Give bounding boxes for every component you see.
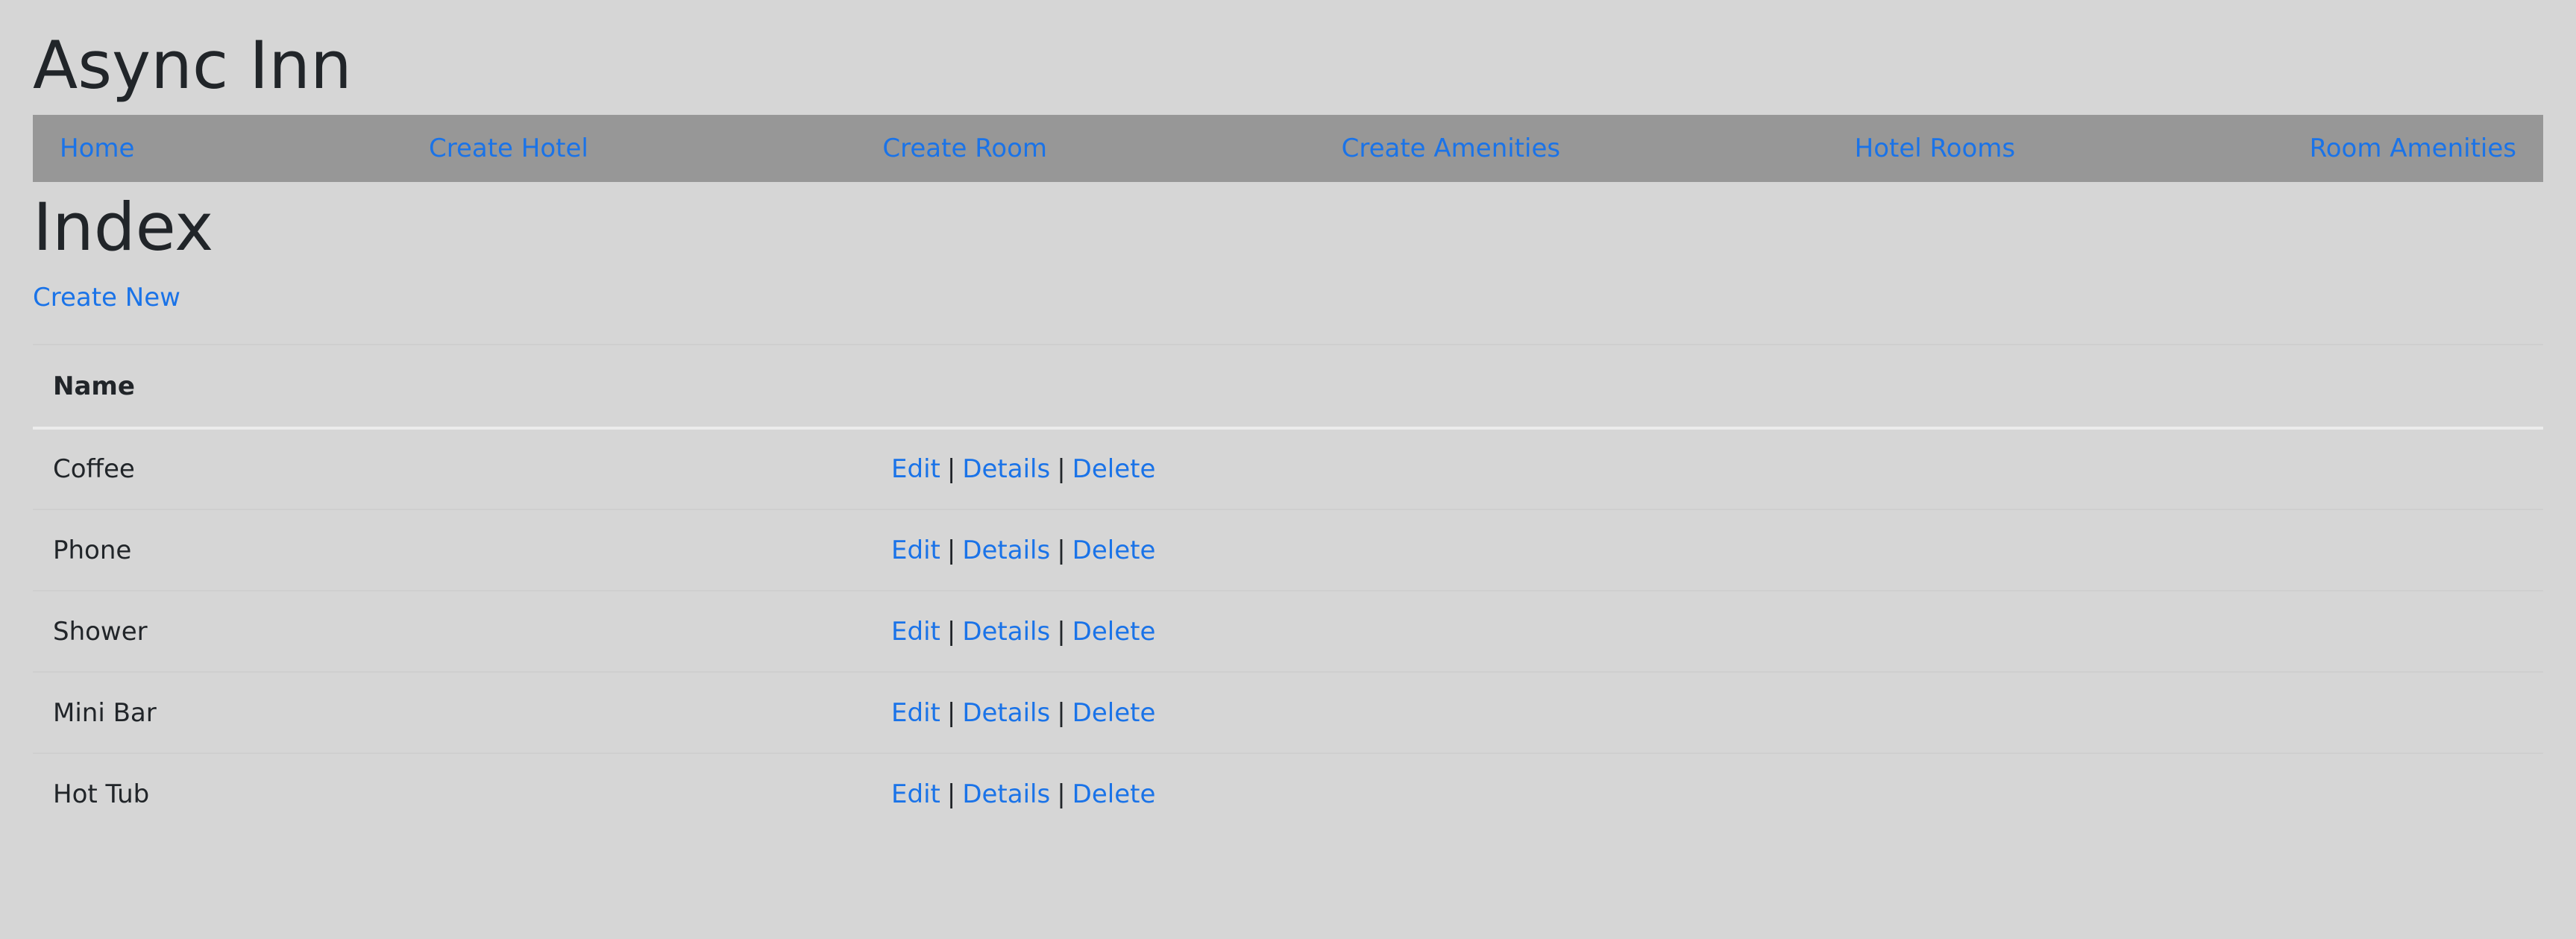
action-separator: |: [946, 616, 956, 647]
nav-link-create-amenities[interactable]: Create Amenities: [1342, 134, 1560, 163]
table-header: Name: [33, 344, 2543, 430]
delete-link[interactable]: Delete: [1072, 536, 1156, 565]
site-title: Async Inn: [33, 27, 352, 104]
column-header-actions: [871, 344, 2543, 430]
column-header-name: Name: [33, 344, 871, 430]
delete-link[interactable]: Delete: [1072, 779, 1156, 809]
table-row: Mini Bar Edit | Details | Delete: [33, 671, 2543, 753]
table-row: Hot Tub Edit | Details | Delete: [33, 753, 2543, 835]
delete-link[interactable]: Delete: [1072, 454, 1156, 484]
cell-name: Hot Tub: [33, 753, 871, 835]
action-separator: |: [1057, 779, 1066, 809]
page: Async Inn Home Create Hotel Create Room …: [0, 0, 2576, 939]
details-link[interactable]: Details: [962, 617, 1050, 647]
action-separator: |: [946, 535, 956, 565]
table-body: Coffee Edit | Details | Delete Phone Edit | De…: [33, 427, 2543, 835]
table-row: Phone Edit | Details | Delete: [33, 509, 2543, 591]
cell-actions: Edit | Details | Delete: [871, 671, 2543, 753]
cell-actions: Edit | Details | Delete: [871, 753, 2543, 835]
nav-link-create-room[interactable]: Create Room: [882, 134, 1047, 163]
table-row: Shower Edit | Details | Delete: [33, 590, 2543, 672]
action-separator: |: [1057, 454, 1066, 484]
details-link[interactable]: Details: [962, 779, 1050, 809]
action-separator: |: [946, 779, 956, 809]
table-row: Coffee Edit | Details | Delete: [33, 427, 2543, 509]
cell-actions: Edit | Details | Delete: [871, 509, 2543, 591]
cell-actions: Edit | Details | Delete: [871, 590, 2543, 672]
details-link[interactable]: Details: [962, 536, 1050, 565]
cell-name: Coffee: [33, 427, 871, 509]
amenities-table: Name Coffee Edit | Details | Delete Phone Ed…: [33, 344, 2543, 835]
details-link[interactable]: Details: [962, 698, 1050, 728]
edit-link[interactable]: Edit: [891, 536, 940, 565]
navbar: Home Create Hotel Create Room Create Ame…: [33, 115, 2543, 182]
create-new-link[interactable]: Create New: [33, 282, 180, 313]
edit-link[interactable]: Edit: [891, 698, 940, 728]
action-separator: |: [1057, 535, 1066, 565]
nav-link-home[interactable]: Home: [60, 134, 134, 163]
table-header-row: Name: [33, 344, 2543, 430]
edit-link[interactable]: Edit: [891, 779, 940, 809]
action-separator: |: [946, 454, 956, 484]
details-link[interactable]: Details: [962, 454, 1050, 484]
page-title: Index: [33, 189, 214, 266]
delete-link[interactable]: Delete: [1072, 617, 1156, 647]
action-separator: |: [946, 697, 956, 728]
action-separator: |: [1057, 616, 1066, 647]
nav-link-hotel-rooms[interactable]: Hotel Rooms: [1855, 134, 2015, 163]
cell-actions: Edit | Details | Delete: [871, 427, 2543, 509]
cell-name: Shower: [33, 590, 871, 672]
nav-link-room-amenities[interactable]: Room Amenities: [2310, 134, 2516, 163]
nav-link-create-hotel[interactable]: Create Hotel: [429, 134, 588, 163]
delete-link[interactable]: Delete: [1072, 698, 1156, 728]
edit-link[interactable]: Edit: [891, 617, 940, 647]
cell-name: Mini Bar: [33, 671, 871, 753]
cell-name: Phone: [33, 509, 871, 591]
edit-link[interactable]: Edit: [891, 454, 940, 484]
action-separator: |: [1057, 697, 1066, 728]
